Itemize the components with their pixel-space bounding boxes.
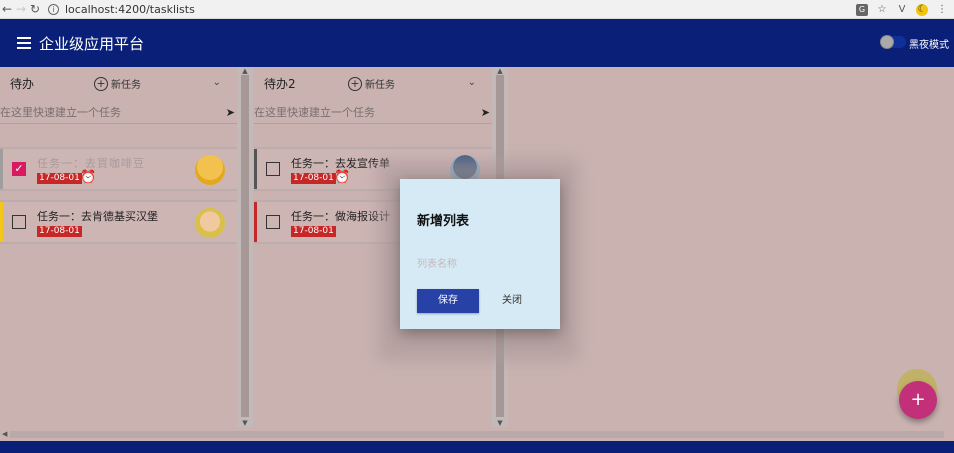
due-date-badge: 17-08-01 [37,173,82,184]
due-date-badge: 17-08-01 [291,226,336,237]
translate-icon[interactable]: G [856,3,868,16]
bookmark-star-icon[interactable]: ☆ [876,4,888,16]
list-header: 待办2 + 新任务 ⌄ [254,67,492,100]
app-footer [0,441,954,453]
scroll-up-arrow-icon[interactable]: ▲ [237,67,253,75]
extension-v-icon[interactable]: V [896,4,908,16]
close-button[interactable]: 关闭 [492,289,532,313]
priority-bar [254,149,257,189]
scroll-down-arrow-icon[interactable]: ▼ [237,419,253,427]
task-list-1: 待办 + 新任务 ⌄ ➤ ✓ 任务一：去買咖啡豆 17-08-01 ⏰ 任务一：… [0,67,237,427]
task-text: 任务一：做海报设计 [291,210,390,223]
address-bar-text: localhost:4200/tasklists [65,2,195,16]
new-list-dialog: 新增列表 保存 关闭 [400,179,560,329]
new-task-button[interactable]: + 新任务 [348,76,395,91]
new-task-button[interactable]: + 新任务 [94,76,141,91]
due-date-badge: 17-08-01 [37,226,82,237]
browser-toolbar: ← → ↻ i localhost:4200/tasklists G ☆ V ☾… [0,0,954,19]
back-arrow-icon[interactable]: ← [0,0,14,19]
scroll-up-arrow-icon[interactable]: ▲ [492,67,508,75]
list-1-scrollbar[interactable]: ▲ ▼ [237,67,253,427]
add-list-fab[interactable]: + [899,381,937,419]
task-card[interactable]: ✓ 任务一：去買咖啡豆 17-08-01 ⏰ [0,147,237,191]
save-button[interactable]: 保存 [417,289,479,313]
send-icon[interactable]: ➤ [481,106,490,119]
avatar [195,208,225,238]
list-name-input[interactable] [417,255,542,273]
address-bar[interactable]: i localhost:4200/tasklists [48,1,195,17]
quick-task-field: ➤ [254,102,492,124]
send-icon[interactable]: ➤ [226,106,235,119]
quick-task-input[interactable] [0,103,200,122]
info-icon[interactable]: i [48,3,59,15]
new-task-label: 新任务 [365,80,395,91]
priority-bar [0,149,3,189]
dialog-title: 新增列表 [417,214,470,229]
list-title: 待办 [10,77,35,91]
priority-bar [254,202,257,242]
browser-menu-icon[interactable]: ⋮ [936,4,948,16]
forward-arrow-icon[interactable]: → [14,0,28,19]
app-header: 企业级应用平台 黑夜模式 [0,19,954,67]
priority-bar [0,202,3,242]
add-circle-icon: + [94,76,108,91]
due-date-badge: 17-08-01 [291,173,336,184]
add-circle-icon: + [348,76,362,91]
task-text: 任务一：去发宣传单 [291,157,390,170]
new-task-label: 新任务 [111,80,141,91]
scrollbar-thumb[interactable] [10,431,944,438]
scroll-left-arrow-icon[interactable]: ◀ [2,427,7,441]
list-header: 待办 + 新任务 ⌄ [0,67,237,100]
alarm-clock-icon: ⏰ [80,170,97,185]
task-checkbox[interactable] [266,215,280,229]
scrollbar-thumb[interactable] [241,75,249,417]
chevron-down-icon[interactable]: ⌄ [213,77,221,88]
board-horizontal-scrollbar[interactable]: ◀ [0,427,954,441]
scroll-down-arrow-icon[interactable]: ▼ [492,419,508,427]
chevron-down-icon[interactable]: ⌄ [468,77,476,88]
avatar [195,155,225,185]
task-checkbox[interactable] [266,162,280,176]
plus-icon: + [910,389,926,410]
quick-task-input[interactable] [254,103,454,122]
task-text: 任务一：去買咖啡豆 [37,157,145,170]
task-checkbox[interactable] [12,215,26,229]
list-title: 待办2 [264,77,296,91]
app-title: 企业级应用平台 [39,34,145,53]
alarm-clock-icon: ⏰ [334,170,351,185]
task-card[interactable]: 任务一：去肯德基买汉堡 17-08-01 [0,200,237,244]
reload-icon[interactable]: ↻ [28,0,42,19]
dark-mode-label: 黑夜模式 [909,40,949,51]
hamburger-menu-icon[interactable] [17,37,31,49]
task-text: 任务一：去肯德基买汉堡 [37,210,158,223]
quick-task-field: ➤ [0,102,237,124]
extension-moon-icon[interactable]: ☾ [916,3,928,16]
dark-mode-toggle[interactable] [880,35,906,49]
toggle-knob [880,35,894,49]
task-checkbox[interactable]: ✓ [12,162,26,176]
